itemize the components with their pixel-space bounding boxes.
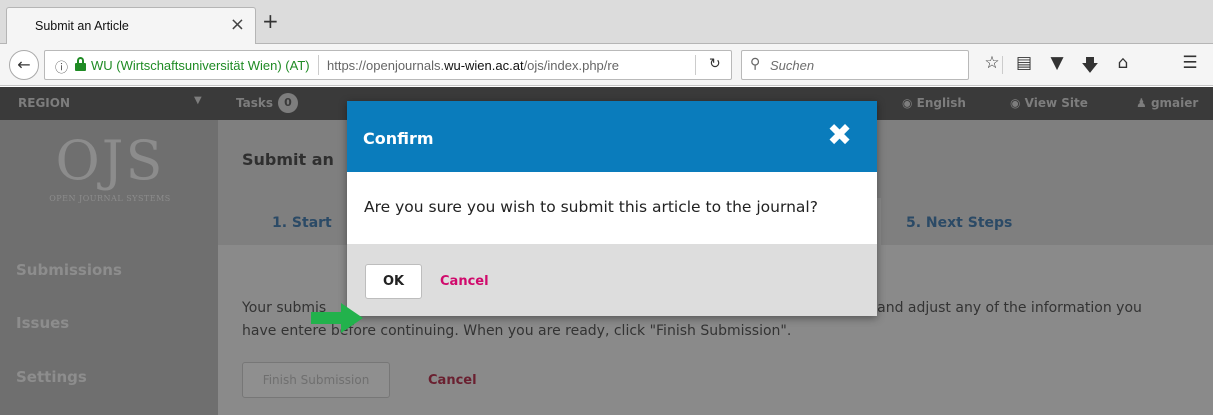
pocket-icon[interactable]: ▼ xyxy=(1045,53,1069,73)
browser-nav-bar: ← ⓘ WU (Wirtschaftsuniversität Wien) (AT… xyxy=(0,44,1213,86)
tab-start[interactable]: 1. Start xyxy=(272,215,332,231)
toolbar-divider xyxy=(1002,56,1003,74)
address-bar[interactable]: ⓘ WU (Wirtschaftsuniversität Wien) (AT) … xyxy=(44,50,732,80)
star-icon[interactable]: ☆ xyxy=(980,53,1004,73)
sidebar-item-issues[interactable]: Issues xyxy=(16,314,69,332)
dialog-message: Are you sure you wish to submit this art… xyxy=(364,198,818,216)
new-tab-button[interactable]: + xyxy=(262,9,279,33)
tasks-link[interactable]: Tasks xyxy=(236,96,273,110)
user-menu[interactable]: ♟ gmaier xyxy=(1136,96,1198,110)
tab-next-steps[interactable]: 5. Next Steps xyxy=(906,215,1012,231)
dialog-cancel-link[interactable]: Cancel xyxy=(440,274,489,289)
download-icon[interactable]: 🡇 xyxy=(1078,53,1102,82)
logo-text: OJS xyxy=(55,129,165,192)
info-icon[interactable]: ⓘ xyxy=(55,57,68,76)
tab-title: Submit an Article xyxy=(35,19,129,33)
ok-button[interactable]: OK xyxy=(365,264,422,299)
menu-icon[interactable]: ☰ xyxy=(1178,53,1202,73)
sidebar: REGION ▼ OJS OPEN JOURNAL SYSTEMS Submis… xyxy=(0,87,218,415)
region-selector[interactable]: REGION ▼ xyxy=(0,87,218,120)
view-site-link[interactable]: ◉ View Site xyxy=(1010,96,1088,110)
eye-icon: ◉ xyxy=(1010,96,1021,110)
browser-tab-bar: Submit an Article × + xyxy=(0,0,1213,44)
tasks-count-badge: 0 xyxy=(278,93,298,113)
back-button[interactable]: ← xyxy=(9,50,39,80)
user-icon: ♟ xyxy=(1136,96,1147,110)
confirm-dialog: Confirm ✖ Are you sure you wish to submi… xyxy=(347,101,877,316)
close-icon[interactable]: ✖ xyxy=(827,121,852,151)
close-tab-icon[interactable]: × xyxy=(230,14,245,35)
sidebar-item-settings[interactable]: Settings xyxy=(16,368,87,386)
reading-list-icon[interactable]: ▤ xyxy=(1012,53,1036,73)
search-icon: ⚲ xyxy=(750,56,761,72)
lock-icon xyxy=(75,57,86,71)
finish-submission-button[interactable]: Finish Submission xyxy=(242,362,390,398)
green-arrow-icon xyxy=(311,303,363,333)
site-identity[interactable]: WU (Wirtschaftsuniversität Wien) (AT) xyxy=(91,58,310,73)
cancel-link[interactable]: Cancel xyxy=(428,373,477,388)
language-link[interactable]: ◉ English xyxy=(902,96,966,110)
url-divider xyxy=(318,55,319,75)
url-text[interactable]: https://openjournals.wu-wien.ac.at/ojs/i… xyxy=(327,58,672,73)
dialog-body: Are you sure you wish to submit this art… xyxy=(347,172,877,244)
caret-down-icon: ▼ xyxy=(194,95,202,106)
page-title: Submit an xyxy=(242,150,334,169)
home-icon[interactable]: ⌂ xyxy=(1111,53,1135,73)
arrow-left-icon: ← xyxy=(17,55,31,74)
ojs-logo: OJS OPEN JOURNAL SYSTEMS xyxy=(40,129,180,204)
browser-tab[interactable]: Submit an Article × xyxy=(6,7,256,44)
reload-divider xyxy=(695,55,696,75)
dialog-footer: OK Cancel xyxy=(347,244,877,316)
reload-icon[interactable]: ↻ xyxy=(709,56,721,72)
search-placeholder: Suchen xyxy=(770,58,815,73)
globe-icon: ◉ xyxy=(902,96,913,110)
dialog-title: Confirm xyxy=(363,129,434,148)
search-input[interactable]: ⚲ Suchen xyxy=(741,50,969,80)
logo-subtitle: OPEN JOURNAL SYSTEMS xyxy=(49,194,171,203)
region-label: REGION xyxy=(18,96,70,110)
sidebar-item-submissions[interactable]: Submissions xyxy=(16,261,122,279)
dialog-header: Confirm ✖ xyxy=(347,101,877,172)
